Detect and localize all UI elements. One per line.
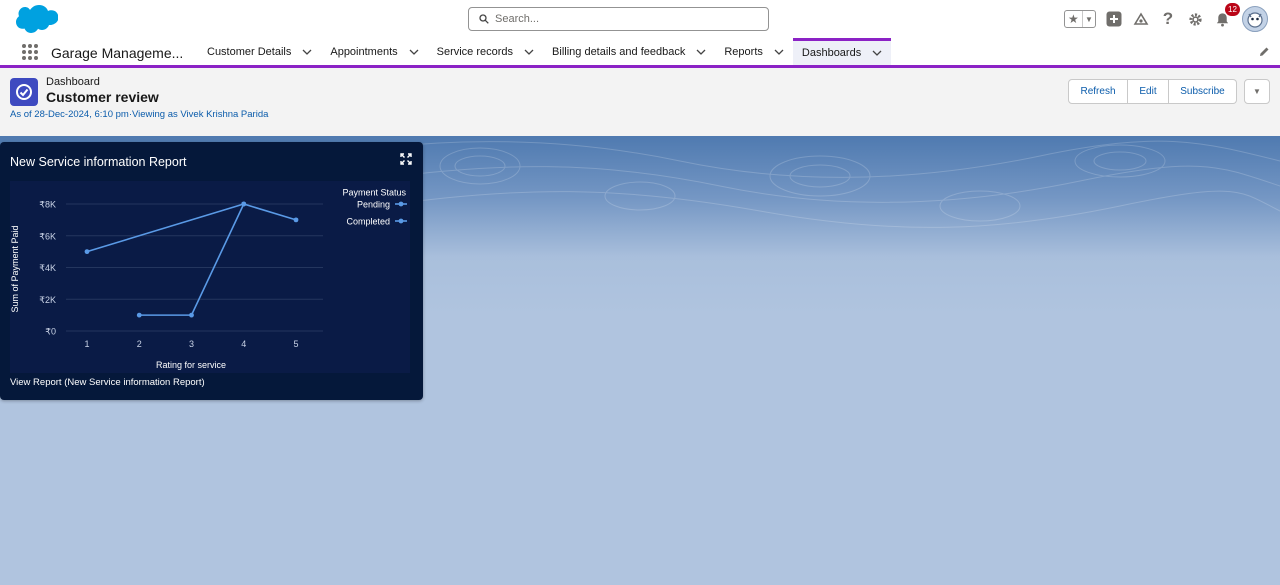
chevron-down-icon[interactable] (696, 49, 706, 55)
nav-tab-label: Reports (724, 45, 763, 58)
nav-tab-customer-details[interactable]: Customer Details (198, 38, 321, 65)
notifications-badge: 12 (1225, 3, 1240, 16)
nav-tab-label: Customer Details (207, 45, 292, 58)
report-chart-widget: New Service information Report ₹0 ₹2K ₹4K ₹… (0, 142, 423, 400)
chevron-down-icon[interactable] (302, 49, 312, 55)
global-actions-icon[interactable] (1105, 10, 1123, 28)
nav-tab-service-records[interactable]: Service records (428, 38, 543, 65)
edit-nav-pencil-icon[interactable] (1259, 46, 1270, 60)
widget-title: New Service information Report (10, 155, 187, 169)
dashboard-page-header: Dashboard Customer review As of 28-Dec-2… (0, 68, 1280, 136)
refresh-button[interactable]: Refresh (1068, 79, 1128, 104)
nav-tab-appointments[interactable]: Appointments (321, 38, 427, 65)
more-actions-chevron-down-icon[interactable]: ▼ (1244, 79, 1270, 104)
chevron-down-icon[interactable] (524, 49, 534, 55)
legend-title: Payment Status (342, 187, 406, 197)
nav-tab-billing-details[interactable]: Billing details and feedback (543, 38, 715, 65)
x-tick-label: 5 (293, 339, 298, 349)
star-icon[interactable]: ★ (1065, 11, 1083, 27)
data-point (189, 312, 194, 318)
data-point (84, 249, 90, 255)
dashboard-actions: Refresh Edit Subscribe ▼ (1068, 79, 1270, 104)
app-navigation-bar: Garage Manageme... Customer Details Appo… (0, 38, 1280, 68)
series-line (86, 203, 244, 253)
nav-tabs: Customer Details Appointments Service re… (198, 38, 892, 65)
trailhead-icon[interactable] (1132, 10, 1150, 28)
y-tick-label: ₹8K (39, 200, 56, 210)
legend-entry: Completed (346, 217, 390, 227)
object-type-label: Dashboard (46, 76, 100, 88)
view-report-link[interactable]: View Report (New Service information Rep… (10, 377, 205, 388)
legend-swatch-point (398, 201, 404, 207)
nav-tab-label: Billing details and feedback (552, 45, 686, 58)
user-avatar[interactable] (1242, 6, 1268, 32)
y-tick-label: ₹6K (39, 231, 56, 241)
page-title: Customer review (46, 89, 159, 105)
nav-tab-label: Service records (436, 45, 514, 58)
dashboard-meta-link[interactable]: As of 28-Dec-2024, 6:10 pm·Viewing as Vi… (10, 109, 268, 120)
data-point (293, 217, 299, 223)
expand-icon[interactable] (400, 153, 412, 165)
x-tick-label: 4 (241, 339, 246, 349)
data-point (136, 312, 142, 318)
global-search-input[interactable]: Search... (468, 7, 769, 31)
nav-tab-reports[interactable]: Reports (715, 38, 793, 65)
search-placeholder: Search... (495, 13, 540, 25)
y-axis-label: Sum of Payment Paid (10, 225, 20, 312)
edit-button[interactable]: Edit (1128, 79, 1169, 104)
dashboard-canvas: New Service information Report ₹0 ₹2K ₹4K ₹… (0, 136, 1280, 585)
notifications-bell-icon[interactable]: 12 (1213, 3, 1240, 28)
chevron-down-icon[interactable] (872, 50, 882, 56)
favorites-control[interactable]: ★ ▼ (1064, 10, 1096, 28)
nav-tab-dashboards[interactable]: Dashboards (792, 38, 892, 65)
salesforce-logo-icon[interactable] (10, 4, 59, 36)
gear-icon[interactable] (1186, 10, 1204, 28)
x-tick-label: 2 (137, 339, 142, 349)
x-tick-label: 3 (189, 339, 194, 349)
global-header: Search... ★ ▼ ? 12 (0, 0, 1280, 38)
app-name: Garage Manageme... (51, 45, 184, 61)
header-utilities: ★ ▼ ? 12 (1064, 3, 1268, 33)
chart-area: ₹0 ₹2K ₹4K ₹6K ₹8K 1 2 3 4 5 Rating for service Sum… (10, 181, 410, 373)
nav-tab-label: Dashboards (801, 47, 862, 59)
dashboard-icon (10, 78, 38, 106)
chevron-down-icon[interactable] (774, 49, 784, 55)
chevron-down-icon[interactable] (409, 49, 419, 55)
legend-entry: Pending (357, 200, 390, 210)
x-tick-label: 1 (84, 339, 89, 349)
x-axis-label: Rating for service (156, 360, 226, 370)
y-tick-label: ₹4K (39, 263, 56, 273)
search-icon (479, 14, 489, 24)
nav-tab-label: Appointments (330, 45, 398, 58)
chevron-down-icon[interactable]: ▼ (1083, 11, 1095, 27)
y-tick-label: ₹2K (39, 295, 56, 305)
help-icon[interactable]: ? (1159, 9, 1177, 28)
y-tick-label: ₹0 (45, 327, 56, 337)
legend-swatch-point (398, 218, 404, 224)
series-line (139, 203, 297, 316)
subscribe-button[interactable]: Subscribe (1169, 79, 1237, 104)
app-launcher-icon[interactable] (22, 44, 38, 60)
data-point (241, 201, 247, 207)
line-chart: ₹0 ₹2K ₹4K ₹6K ₹8K 1 2 3 4 5 Rating for service Sum… (10, 187, 407, 370)
